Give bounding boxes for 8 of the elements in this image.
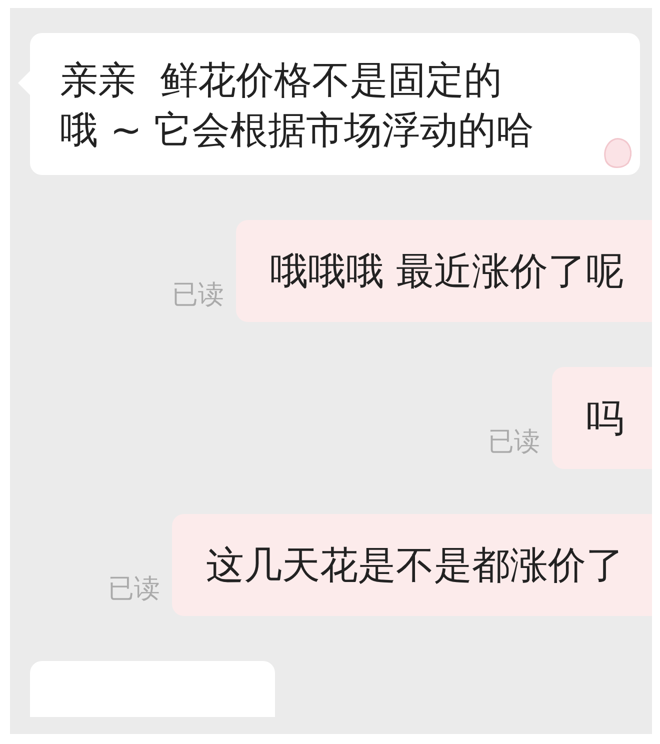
message-text: 哦 ~ 它会根据市场浮动的哈 <box>60 107 535 154</box>
read-receipt: 已读 <box>108 573 160 606</box>
message-text: 哦哦哦 最近涨价了呢 <box>270 248 624 295</box>
message-text: 这几天花是不是都涨价了 <box>206 542 624 589</box>
message-text: 亲亲 鲜花价格不是固定的 <box>60 57 504 104</box>
message-text: 吗 <box>586 395 624 442</box>
read-receipt: 已读 <box>488 426 540 459</box>
read-receipt: 已读 <box>172 279 224 312</box>
